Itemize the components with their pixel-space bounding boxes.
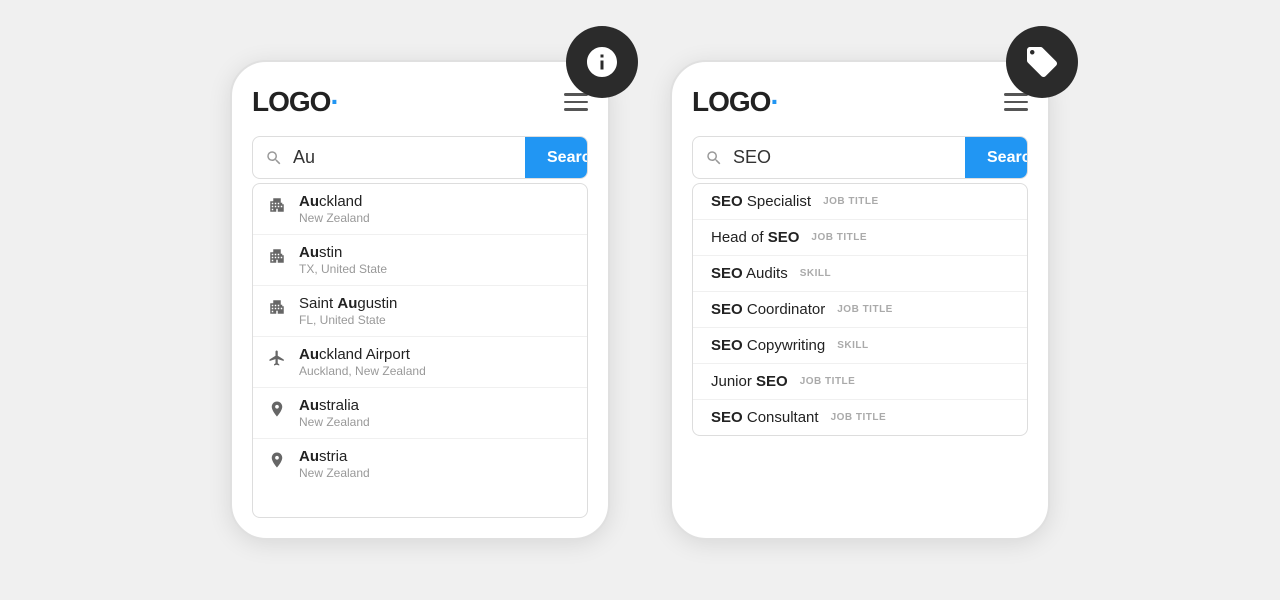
left-search-input[interactable] <box>293 137 525 178</box>
right-phone-inner: LOGO· Search <box>672 62 1048 538</box>
right-logo: LOGO· <box>692 86 779 118</box>
left-search-icon-wrap <box>253 149 293 167</box>
building-icon <box>267 195 287 215</box>
left-phone-mockup: LOGO· Search <box>230 60 610 540</box>
list-item[interactable]: SEO Audits SKILL <box>693 256 1027 292</box>
list-item[interactable]: Saint Augustin FL, United State <box>253 286 587 337</box>
right-search-icon-wrap <box>693 149 733 167</box>
left-hamburger-menu[interactable] <box>564 93 588 111</box>
list-item[interactable]: SEO Consultant JOB TITLE <box>693 400 1027 435</box>
page-wrapper: LOGO· Search <box>0 0 1280 600</box>
right-search-input[interactable] <box>733 137 965 178</box>
list-item[interactable]: Head of SEO JOB TITLE <box>693 220 1027 256</box>
left-phone-header: LOGO· <box>252 86 588 118</box>
left-logo: LOGO· <box>252 86 339 118</box>
building-icon <box>267 297 287 317</box>
list-item[interactable]: SEO Specialist JOB TITLE <box>693 184 1027 220</box>
left-dropdown: Auckland New Zealand Austin TX, United S… <box>252 183 588 518</box>
list-item[interactable]: SEO Coordinator JOB TITLE <box>693 292 1027 328</box>
right-hamburger-menu[interactable] <box>1004 93 1028 111</box>
left-phone-inner: LOGO· Search <box>232 62 608 538</box>
info-icon <box>584 44 620 80</box>
list-item[interactable]: Australia New Zealand <box>253 388 587 439</box>
right-dropdown: SEO Specialist JOB TITLE Head of SEO JOB… <box>692 183 1028 436</box>
location-pin-icon <box>267 399 287 419</box>
list-item[interactable]: SEO Copywriting SKILL <box>693 328 1027 364</box>
tag-badge <box>1006 26 1078 98</box>
left-search-button[interactable]: Search <box>525 137 588 178</box>
left-search-bar: Search <box>252 136 588 179</box>
list-item[interactable]: Auckland Airport Auckland, New Zealand <box>253 337 587 388</box>
list-item[interactable]: Austria New Zealand <box>253 439 587 489</box>
list-item[interactable]: Austin TX, United State <box>253 235 587 286</box>
location-pin-icon <box>267 450 287 470</box>
left-search-icon <box>265 149 283 167</box>
tag-icon <box>1024 44 1060 80</box>
right-search-bar: Search <box>692 136 1028 179</box>
right-phone-header: LOGO· <box>692 86 1028 118</box>
building-icon <box>267 246 287 266</box>
list-item[interactable]: Auckland New Zealand <box>253 184 587 235</box>
right-search-button[interactable]: Search <box>965 137 1028 178</box>
list-item[interactable]: Junior SEO JOB TITLE <box>693 364 1027 400</box>
right-search-icon <box>705 149 723 167</box>
right-phone-mockup: LOGO· Search <box>670 60 1050 540</box>
info-badge <box>566 26 638 98</box>
plane-icon <box>267 348 287 368</box>
